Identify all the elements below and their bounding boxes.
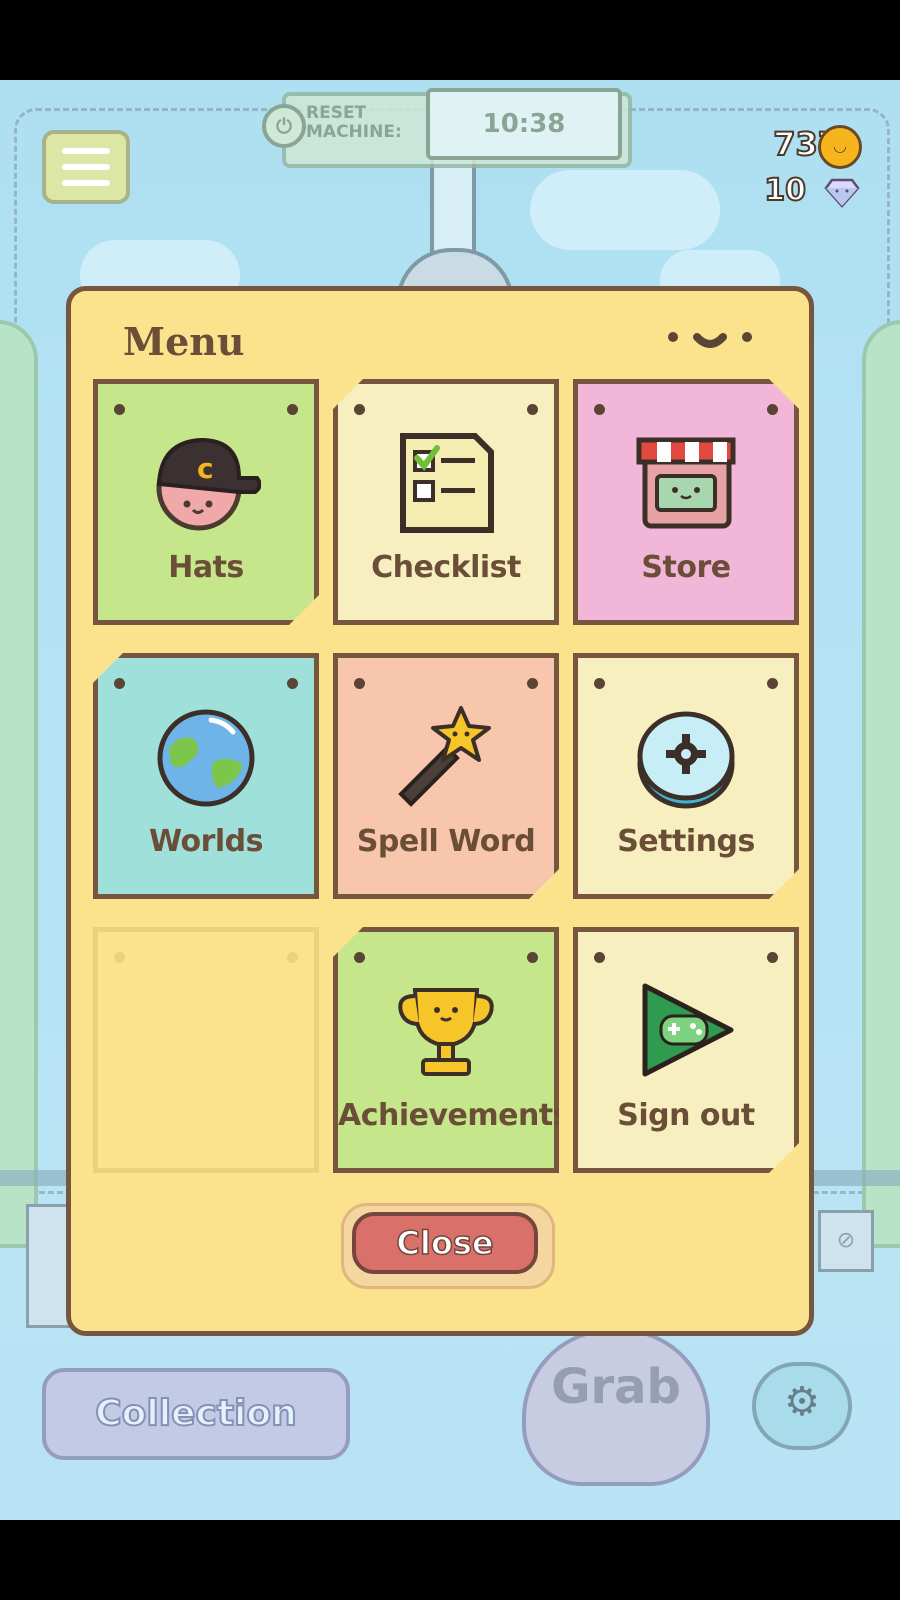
hamburger-line [62, 148, 110, 154]
tile-label: Settings [617, 824, 755, 859]
smiley-face-icon [668, 332, 752, 348]
close-button-frame: Close [341, 1203, 555, 1289]
tile-hats[interactable]: c Hats [93, 379, 319, 625]
pin-dot [767, 952, 778, 963]
pin-dot [527, 678, 538, 689]
pin-dot [767, 404, 778, 415]
svg-text:c: c [197, 452, 214, 485]
tile-label: Store [641, 550, 731, 585]
magic-wand-icon [391, 702, 501, 812]
machine-side-right [862, 320, 900, 1248]
top-letterbox [0, 0, 900, 80]
pin-dot [354, 404, 365, 415]
hamburger-menu-button[interactable] [42, 130, 130, 204]
tile-label: Checklist [371, 550, 521, 585]
pin-dot [767, 678, 778, 689]
menu-title: Menu [123, 319, 245, 364]
tile-spell-word[interactable]: Spell Word [333, 653, 559, 899]
tile-worlds[interactable]: Worlds [93, 653, 319, 899]
tile-label: Hats [168, 550, 244, 585]
grab-button[interactable]: Grab [522, 1328, 710, 1486]
globe-icon [157, 709, 255, 807]
tile-achievements[interactable]: Achievements [333, 927, 559, 1173]
pin-dot [287, 404, 298, 415]
reset-timer: 10:38 [426, 88, 622, 160]
pin-dot [114, 952, 125, 963]
tile-settings[interactable]: Settings [573, 653, 799, 899]
pin-dot [354, 678, 365, 689]
gear-icon: ⚙ [784, 1379, 820, 1425]
pin-dot [527, 404, 538, 415]
pin-dot [594, 952, 605, 963]
menu-panel: Menu c Hats Checklist Store Worlds Spell… [66, 286, 814, 1336]
settings-gear-button[interactable]: ⚙ [752, 1362, 852, 1450]
tile-label: Sign out [617, 1098, 755, 1133]
machine-side-left [0, 320, 38, 1248]
pin-dot [287, 678, 298, 689]
pin-dot [114, 404, 125, 415]
game-screen: ⏻ RESET MACHINE: 10:38 737 ◡ 10 ⊘ Collect… [0, 80, 900, 1520]
collection-button[interactable]: Collection [42, 1368, 350, 1460]
diamond-icon [824, 178, 860, 208]
pin-dot [114, 678, 125, 689]
pin-dot [594, 404, 605, 415]
pin-dot [287, 952, 298, 963]
tile-sign-out[interactable]: Sign out [573, 927, 799, 1173]
tile-label: Worlds [148, 824, 264, 859]
pin-dot [594, 678, 605, 689]
pin-dot [354, 952, 365, 963]
bottom-letterbox [0, 1520, 900, 1600]
tile-checklist[interactable]: Checklist [333, 379, 559, 625]
hamburger-line [62, 164, 110, 170]
pin-dot [527, 952, 538, 963]
trophy-icon [398, 988, 494, 1076]
coin-icon: ◡ [818, 125, 862, 169]
reset-machine-label: RESET MACHINE: [306, 103, 402, 142]
machine-side-button: ⊘ [818, 1210, 874, 1272]
gear-icon [631, 702, 741, 812]
power-icon: ⏻ [262, 104, 306, 148]
play-games-controller-icon [631, 976, 741, 1086]
hat-character-icon: c [151, 428, 261, 538]
tile-empty [93, 927, 319, 1173]
close-button[interactable]: Close [352, 1212, 538, 1274]
store-icon [631, 428, 741, 538]
gem-count: 10 [763, 172, 807, 209]
hamburger-line [62, 180, 110, 186]
tile-label: Spell Word [356, 824, 536, 859]
tile-label: Achievements [338, 1098, 571, 1133]
tile-store[interactable]: Store [573, 379, 799, 625]
checklist-icon [400, 433, 494, 533]
